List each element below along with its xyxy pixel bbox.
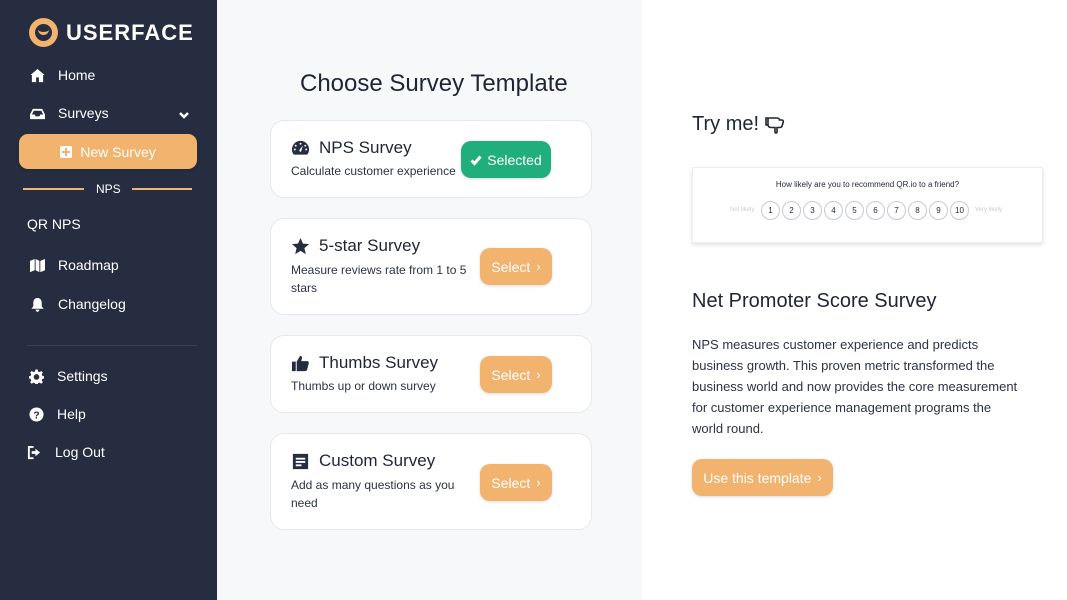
thumbs-up-icon — [291, 354, 310, 373]
scale-high-label: Very likely — [975, 207, 1003, 213]
select-button[interactable]: Select › — [480, 356, 552, 393]
card-description: Add as many questions as you need — [291, 478, 455, 510]
sidebar-item-qr-nps[interactable]: QR NPS — [27, 216, 81, 232]
card-description: Calculate customer experience — [291, 164, 456, 178]
template-card-nps[interactable]: NPS Survey Calculate customer experience… — [270, 120, 592, 198]
star-icon — [291, 237, 310, 256]
map-icon — [29, 257, 45, 273]
chevron-right-icon: › — [536, 259, 541, 274]
svg-text:?: ? — [33, 410, 39, 421]
sidebar-item-label: Settings — [57, 368, 108, 384]
template-card-custom[interactable]: Custom Survey Add as many questions as y… — [270, 433, 592, 530]
brand-name: USERFACE — [66, 19, 194, 45]
template-description: NPS measures customer experience and pre… — [692, 337, 1018, 436]
scale-option[interactable]: 10 — [950, 201, 969, 220]
chevron-down-icon[interactable] — [178, 108, 190, 126]
card-title: Custom Survey — [291, 451, 435, 471]
select-button[interactable]: Select › — [480, 464, 552, 501]
chevron-right-icon: › — [536, 367, 541, 382]
sidebar-item-label: Surveys — [58, 105, 109, 121]
sidebar-item-help[interactable]: ? Help — [28, 406, 86, 422]
sidebar-item-logout[interactable]: Log Out — [26, 444, 105, 460]
template-title: Net Promoter Score Survey — [692, 290, 937, 312]
section-divider-right — [132, 188, 192, 190]
select-button[interactable]: Select › — [480, 248, 552, 285]
sidebar-item-settings[interactable]: Settings — [28, 368, 108, 384]
scale-option[interactable]: 1 — [761, 201, 780, 220]
help-icon: ? — [28, 406, 44, 422]
home-icon — [29, 67, 45, 83]
sidebar-item-label: Log Out — [55, 444, 105, 460]
nps-preview-widget[interactable]: How likely are you to recommend QR.io to… — [692, 167, 1043, 243]
sidebar-item-label: Home — [58, 67, 96, 83]
sidebar-item-label: Changelog — [58, 296, 126, 312]
section-label: NPS — [96, 182, 121, 196]
template-detail: Try me! How likely are you to recommend … — [642, 0, 1067, 600]
logout-icon — [26, 444, 42, 460]
scale-option[interactable]: 4 — [824, 201, 843, 220]
card-description: Measure reviews rate from 1 to 5 stars — [291, 263, 467, 295]
card-description: Thumbs up or down survey — [291, 379, 436, 393]
logo-icon — [29, 18, 58, 47]
preview-question: How likely are you to recommend QR.io to… — [775, 180, 960, 189]
scale-option[interactable]: 9 — [929, 201, 948, 220]
scale-option[interactable]: 7 — [887, 201, 906, 220]
chevron-right-icon: › — [536, 475, 541, 490]
sidebar-item-label: Roadmap — [58, 257, 119, 273]
use-template-button[interactable]: Use this template › — [692, 459, 833, 496]
plus-square-icon — [60, 145, 73, 158]
inbox-icon — [29, 105, 45, 121]
selected-button[interactable]: Selected — [461, 141, 551, 178]
try-me-heading: Try me! — [692, 113, 785, 136]
logo[interactable]: USERFACE — [29, 18, 194, 47]
sidebar-item-changelog[interactable]: Changelog — [29, 296, 126, 312]
section-divider-left — [23, 188, 84, 190]
card-title: Thumbs Survey — [291, 353, 438, 373]
scale-option[interactable]: 5 — [845, 201, 864, 220]
card-title: 5-star Survey — [291, 236, 420, 256]
template-card-thumbs[interactable]: Thumbs Survey Thumbs up or down survey S… — [270, 335, 592, 413]
scale-low-label: Not likely — [730, 207, 755, 213]
gauge-icon — [291, 139, 310, 158]
sidebar-item-surveys[interactable]: Surveys — [29, 105, 109, 121]
page-title: Choose Survey Template — [300, 70, 568, 97]
bell-icon — [29, 296, 45, 312]
gear-icon — [28, 368, 44, 384]
new-survey-button[interactable]: New Survey — [19, 134, 197, 169]
sidebar-item-label: Help — [57, 406, 86, 422]
sidebar-item-home[interactable]: Home — [29, 67, 95, 83]
scale-option[interactable]: 2 — [782, 201, 801, 220]
hand-pointing-down-icon — [765, 116, 785, 134]
sidebar-divider — [27, 345, 197, 346]
list-icon — [291, 452, 310, 471]
sidebar-item-roadmap[interactable]: Roadmap — [29, 257, 119, 273]
check-icon — [470, 155, 482, 166]
card-title: NPS Survey — [291, 138, 412, 158]
template-card-5-star[interactable]: 5-star Survey Measure reviews rate from … — [270, 218, 592, 315]
scale-option[interactable]: 6 — [866, 201, 885, 220]
scale-option[interactable]: 3 — [803, 201, 822, 220]
template-chooser: Choose Survey Template NPS Survey Calcul… — [217, 0, 642, 600]
chevron-right-icon: › — [817, 470, 822, 485]
sidebar: USERFACE Home Surveys New Survey NPS QR … — [0, 0, 217, 600]
scale-option[interactable]: 8 — [908, 201, 927, 220]
